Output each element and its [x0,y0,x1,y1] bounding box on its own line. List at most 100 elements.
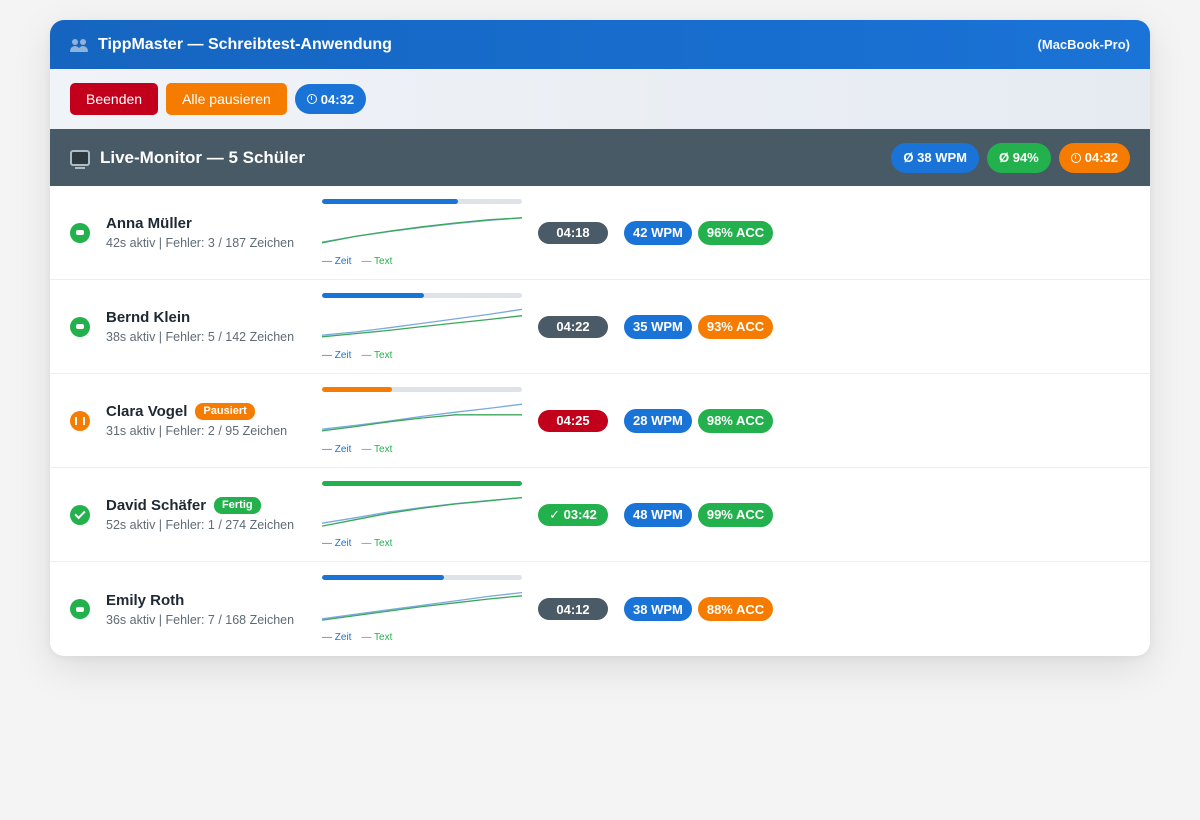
zeit-series-line [322,403,522,430]
student-info: Bernd Klein 38s aktiv | Fehler: 5 / 142 … [106,309,322,344]
student-name: Anna Müller [106,215,192,232]
app-title-text: TippMaster — Schreibtest-Anwendung [98,35,392,53]
wpm-badge: 28 WPM [624,408,692,433]
student-list: Anna Müller 42s aktiv | Fehler: 3 / 187 … [50,186,1150,656]
pause-icon [70,410,90,431]
active-status-icon [70,599,90,619]
wpm-badge: 42 WPM [624,220,692,245]
progress-chart: — Zeit — Text [322,292,522,361]
sparkline [322,308,522,337]
end-button[interactable]: Beenden [70,83,159,115]
zeit-series-line [322,216,522,243]
chart-legend: — Zeit — Text [322,350,522,361]
pause-all-button[interactable]: Alle pausieren [166,83,287,115]
progress-bar-fill [322,292,424,298]
student-meta: 52s aktiv | Fehler: 1 / 274 Zeichen [106,518,295,532]
chart-legend: — Zeit — Text [322,444,522,455]
progress-bar [322,292,522,298]
global-timer: 04:32 [294,84,367,114]
summary-stats: Ø 38 WPM Ø 94% 04:32 [891,142,1130,173]
accuracy-badge: 88% ACC [697,597,774,621]
monitor-title-text: Live-Monitor — 5 Schüler [100,147,305,167]
legend-zeit: — Zeit [322,349,352,361]
student-row[interactable]: David Schäfer Fertig 52s aktiv | Fehler:… [50,468,1150,562]
student-metrics: 38 WPM 88% ACC [624,597,774,621]
student-metrics: 42 WPM 96% ACC [624,220,774,245]
monitor-timer-badge: 04:32 [1058,142,1130,173]
student-time-badge: 04:25 [538,409,608,432]
student-row[interactable]: Emily Roth 36s aktiv | Fehler: 7 / 168 Z… [50,562,1150,656]
active-status-icon [70,316,90,337]
text-series-line [322,314,522,337]
text-series-line [322,413,522,431]
accuracy-badge: 99% ACC [697,502,774,527]
progress-bar-fill [322,480,522,486]
legend-zeit: — Zeit [322,443,352,455]
student-time-badge: 04:18 [538,221,608,244]
student-meta: 36s aktiv | Fehler: 7 / 168 Zeichen [106,612,295,627]
text-series-line [322,595,522,621]
student-row[interactable]: Anna Müller 42s aktiv | Fehler: 3 / 187 … [50,186,1150,280]
student-metrics: 28 WPM 98% ACC [624,408,774,433]
name-line: Anna Müller [106,215,322,232]
progress-bar [322,386,522,392]
student-meta: 38s aktiv | Fehler: 5 / 142 Zeichen [106,330,295,344]
student-info: Emily Roth 36s aktiv | Fehler: 7 / 168 Z… [106,592,322,627]
tv-icon [70,149,90,169]
global-timer-value: 04:32 [320,91,355,107]
check-icon [70,504,90,525]
accuracy-badge: 96% ACC [697,220,774,245]
progress-bar-fill [322,575,444,580]
legend-text: — Text [361,632,393,643]
student-metrics: 35 WPM 93% ACC [624,314,774,339]
chart-legend: — Zeit — Text [322,538,522,549]
sparkline [322,496,522,527]
status-badge: Pausiert [195,403,255,420]
zeit-series-line [322,308,522,336]
progress-bar-fill [322,386,392,392]
zeit-series-line [322,496,522,524]
legend-text: — Text [361,255,393,267]
progress-bar [322,198,522,204]
avg-wpm-badge: Ø 38 WPM [891,142,979,173]
wpm-badge: 35 WPM [624,314,692,339]
name-line: Bernd Klein [106,309,322,326]
active-status-icon [70,222,90,243]
legend-text: — Text [361,443,393,455]
zeit-series-line [322,591,522,620]
progress-chart: — Zeit — Text [322,386,522,455]
title-bar: TippMaster — Schreibtest-Anwendung (MacB… [50,20,1150,69]
student-info: Anna Müller 42s aktiv | Fehler: 3 / 187 … [106,215,322,250]
student-time-badge: ✓ 03:42 [538,503,608,526]
progress-bar [322,575,522,580]
legend-zeit: — Zeit [322,255,352,267]
monitor-title: Live-Monitor — 5 Schüler [70,147,305,169]
device-name: (MacBook-Pro) [1037,37,1130,52]
progress-chart: — Zeit — Text [322,575,522,643]
student-name: Emily Roth [106,591,185,609]
monitor-header: Live-Monitor — 5 Schüler Ø 38 WPM Ø 94% … [50,129,1150,186]
student-row[interactable]: Clara Vogel Pausiert 31s aktiv | Fehler:… [50,374,1150,468]
legend-text: — Text [361,537,393,549]
monitor-timer-value: 04:32 [1084,150,1118,165]
sparkline [322,403,522,431]
legend-zeit: — Zeit [322,632,352,643]
student-meta: 42s aktiv | Fehler: 3 / 187 Zeichen [106,236,295,250]
student-name: Clara Vogel [106,403,188,420]
student-meta: 31s aktiv | Fehler: 2 / 95 Zeichen [106,424,288,438]
progress-chart: — Zeit — Text [322,480,522,549]
name-line: Emily Roth [106,592,322,609]
users-icon [70,38,90,52]
student-metrics: 48 WPM 99% ACC [624,502,774,527]
progress-chart: — Zeit — Text [322,198,522,267]
wpm-badge: 48 WPM [624,502,692,527]
student-time-badge: 04:22 [538,315,608,338]
name-line: Clara Vogel Pausiert [106,403,322,420]
progress-bar [322,480,522,486]
student-row[interactable]: Bernd Klein 38s aktiv | Fehler: 5 / 142 … [50,280,1150,374]
accuracy-badge: 98% ACC [697,408,774,433]
accuracy-badge: 93% ACC [697,314,774,339]
name-line: David Schäfer Fertig [106,497,322,514]
student-name: Bernd Klein [106,309,191,326]
toolbar: Beenden Alle pausieren 04:32 [50,69,1150,129]
